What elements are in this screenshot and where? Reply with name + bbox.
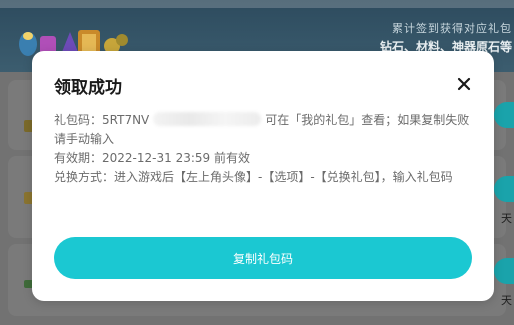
gift-code-redaction [153, 112, 262, 126]
validity-label: 有效期： [54, 151, 103, 165]
background-day-text: 天 [501, 212, 512, 225]
header-subtitle: 累计签到获得对应礼包 [392, 22, 512, 35]
copy-gift-code-button[interactable]: 复制礼包码 [54, 237, 472, 279]
gift-code-label: 礼包码： [54, 113, 103, 127]
claim-success-dialog: 领取成功 礼包码：5RT7NV 可在「我的礼包」查看；如果复制失败请手动输入 有效… [32, 51, 494, 301]
background-claim-button[interactable] [494, 176, 514, 202]
background-claim-button[interactable] [494, 102, 514, 128]
gift-code-line: 礼包码：5RT7NV 可在「我的礼包」查看；如果复制失败请手动输入 [54, 111, 474, 149]
gift-code-value[interactable]: 5RT7NV [102, 113, 149, 127]
close-icon[interactable] [456, 76, 472, 92]
validity-line: 有效期：2022-12-31 23:59 前有效 [54, 149, 474, 168]
dialog-body: 礼包码：5RT7NV 可在「我的礼包」查看；如果复制失败请手动输入 有效期：202… [54, 111, 474, 187]
background-day-text: 天 [501, 294, 512, 307]
redeem-method-value: 进入游戏后【左上角头像】-【选项】-【兑换礼包】，输入礼包码 [114, 170, 453, 184]
validity-value: 2022-12-31 23:59 前有效 [102, 151, 250, 165]
redeem-method-label: 兑换方式： [54, 170, 115, 184]
redeem-method-line: 兑换方式：进入游戏后【左上角头像】-【选项】-【兑换礼包】，输入礼包码 [54, 168, 474, 187]
dialog-title: 领取成功 [54, 78, 122, 98]
screen: 累计签到获得对应礼包 钻石、材料、神器原石等 天 天 领取成功 礼包码：5RT7… [0, 0, 514, 325]
header-top-strip [0, 0, 514, 8]
background-claim-button[interactable] [494, 258, 514, 284]
